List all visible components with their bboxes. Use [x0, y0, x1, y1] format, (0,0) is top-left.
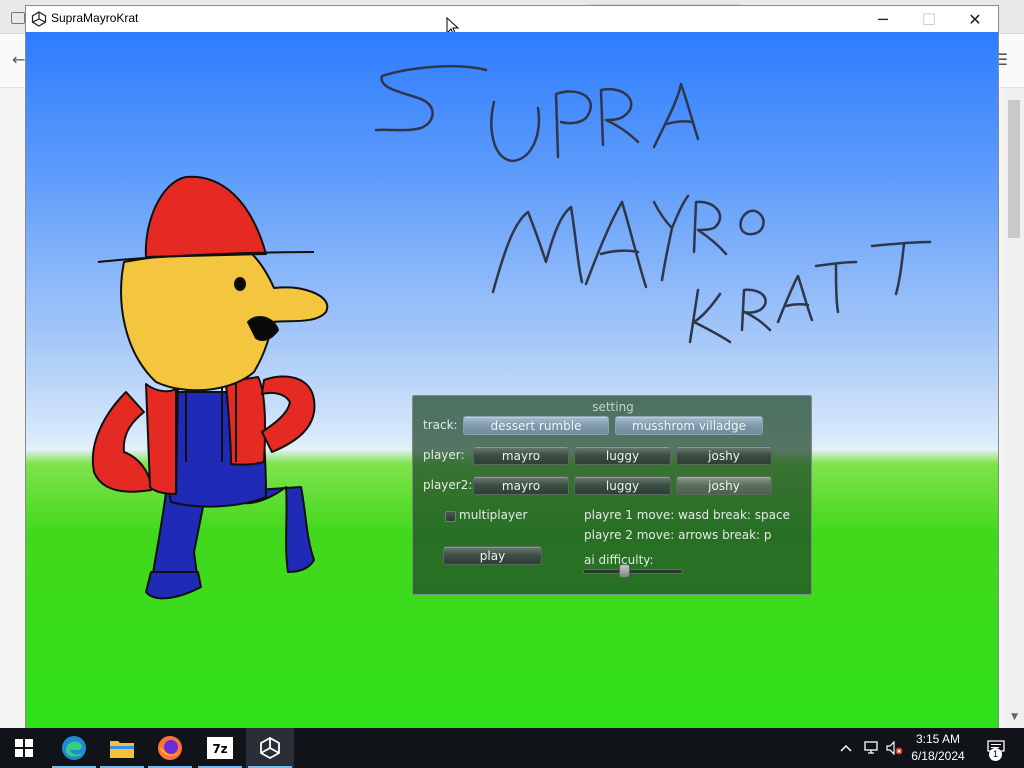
notification-count-badge: 1	[989, 748, 1002, 761]
edge-icon	[62, 736, 86, 760]
firefox-icon	[158, 736, 182, 760]
play-button[interactable]: play	[443, 546, 542, 565]
back-arrow-icon[interactable]: ←	[12, 50, 25, 69]
player-luggy-button[interactable]: luggy	[574, 446, 671, 465]
game-window: SupraMayroKrat ─ ☐ ✕ setting track: dess…	[25, 5, 999, 728]
close-button[interactable]: ✕	[952, 6, 998, 32]
taskbar: 7z 3:15 AM 6/18/2024 1	[0, 728, 1024, 768]
start-button[interactable]	[0, 728, 48, 768]
minimize-button[interactable]: ─	[860, 6, 906, 32]
player-joshy-button[interactable]: joshy	[676, 446, 772, 465]
taskbar-7zip-button[interactable]: 7z	[196, 728, 244, 768]
ai-difficulty-slider[interactable]	[583, 569, 683, 574]
taskbar-firefox-button[interactable]	[146, 728, 194, 768]
window-title: SupraMayroKrat	[51, 11, 139, 25]
player-mayro-button[interactable]: mayro	[473, 446, 569, 465]
scrollbar-thumb[interactable]	[1008, 100, 1020, 238]
unity-app-icon	[31, 11, 47, 27]
player2-luggy-button[interactable]: luggy	[574, 476, 671, 495]
game-viewport[interactable]: setting track: dessert rumble musshrom v…	[26, 32, 998, 728]
maximize-button[interactable]: ☐	[906, 6, 952, 32]
clock-date: 6/18/2024	[911, 749, 965, 763]
track-label: track:	[423, 418, 458, 432]
taskbar-unity-button[interactable]	[246, 728, 294, 768]
multiplayer-checkbox[interactable]	[445, 511, 456, 522]
window-titlebar[interactable]: SupraMayroKrat ─ ☐ ✕	[26, 6, 998, 37]
network-icon[interactable]	[860, 728, 882, 768]
svg-text:7z: 7z	[212, 742, 227, 756]
taskbar-file-explorer-button[interactable]	[98, 728, 146, 768]
settings-panel: setting track: dessert rumble musshrom v…	[412, 395, 812, 595]
player1-controls-text: playre 1 move: wasd break: space	[584, 508, 790, 522]
clock-time: 3:15 AM	[915, 732, 961, 746]
ai-difficulty-slider-thumb[interactable]	[618, 564, 630, 578]
scroll-down-arrow-icon[interactable]: ▼	[1011, 712, 1018, 722]
tab-actions-icon[interactable]	[11, 12, 25, 24]
player-label: player:	[423, 448, 465, 462]
show-hidden-icons-chevron-icon[interactable]	[836, 728, 856, 768]
player2-joshy-button[interactable]: joshy	[676, 476, 772, 495]
track-musshrom-villadge-button[interactable]: musshrom villadge	[615, 416, 763, 435]
unity-icon	[260, 736, 280, 760]
multiplayer-label: multiplayer	[459, 508, 528, 522]
player2-label: player2:	[423, 478, 473, 492]
taskbar-clock[interactable]: 3:15 AM 6/18/2024	[906, 731, 970, 765]
player2-controls-text: playre 2 move: arrows break: p	[584, 528, 772, 542]
panel-title: setting	[592, 400, 634, 414]
notification-center-button[interactable]: 1	[978, 728, 1014, 768]
title-lettering	[374, 64, 932, 344]
player2-mayro-button[interactable]: mayro	[473, 476, 569, 495]
game-title-art	[91, 64, 932, 600]
track-dessert-rumble-button[interactable]: dessert rumble	[463, 416, 609, 435]
file-explorer-icon	[110, 741, 134, 758]
volume-muted-icon[interactable]	[884, 728, 906, 768]
7zip-icon: 7z	[207, 737, 233, 759]
taskbar-edge-button[interactable]	[50, 728, 98, 768]
mayro-character	[91, 175, 329, 600]
windows-start-icon	[15, 739, 33, 757]
